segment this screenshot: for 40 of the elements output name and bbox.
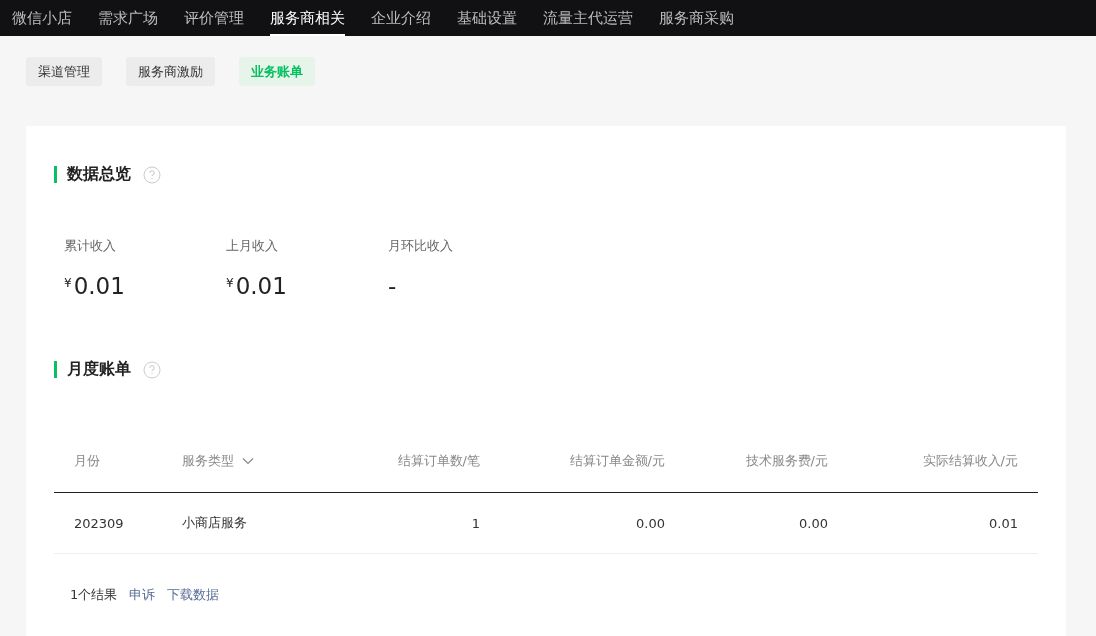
help-icon[interactable] — [143, 165, 161, 184]
currency-symbol: ¥ — [64, 276, 72, 290]
nav-tab[interactable]: 评价管理 — [184, 0, 244, 36]
column-header: 结算订单数/笔 — [397, 452, 480, 470]
column-header: 结算订单金额/元 — [569, 452, 665, 470]
table-cell: 202309 — [74, 515, 124, 531]
sub-tab[interactable]: 服务商激励 — [126, 57, 215, 86]
stat-value: 0.01 — [235, 273, 287, 299]
nav-tab[interactable]: 流量主代运营 — [543, 0, 633, 36]
help-icon[interactable] — [143, 360, 161, 379]
result-count: 1个结果 — [70, 586, 118, 604]
nav-tab[interactable]: 企业介绍 — [371, 0, 431, 36]
column-header: 技术服务费/元 — [745, 452, 828, 470]
nav-tab[interactable]: 服务商采购 — [659, 0, 734, 36]
stat-label: 上月收入 — [226, 237, 279, 255]
table-cell: 0.00 — [636, 515, 665, 531]
table-cell: 0.01 — [989, 515, 1018, 531]
nav-tab[interactable]: 基础设置 — [457, 0, 517, 36]
section-title: 数据总览 — [67, 164, 131, 185]
nav-tab[interactable]: 需求广场 — [98, 0, 158, 36]
stat-value: - — [388, 273, 397, 299]
section-marker — [54, 361, 57, 378]
sub-tab[interactable]: 渠道管理 — [26, 57, 102, 86]
stat-value: 0.01 — [73, 273, 125, 299]
table-cell: 小商店服务 — [182, 514, 247, 532]
table-cell: 1 — [471, 515, 480, 531]
column-header: 服务类型 — [182, 452, 234, 470]
stat-label: 累计收入 — [64, 237, 117, 255]
link[interactable]: 申诉 — [129, 586, 156, 604]
column-header: 实际结算收入/元 — [922, 452, 1018, 470]
section-marker — [54, 166, 57, 183]
stat-label: 月环比收入 — [388, 237, 454, 255]
nav-tab[interactable]: 服务商相关 — [270, 0, 345, 36]
table-cell: 0.00 — [799, 515, 828, 531]
currency-symbol: ¥ — [226, 276, 234, 290]
nav-tab[interactable]: 微信小店 — [12, 0, 72, 36]
link[interactable]: 下载数据 — [167, 586, 220, 604]
section-title: 月度账单 — [67, 359, 131, 380]
chevron-down-icon[interactable] — [242, 457, 254, 465]
column-header: 月份 — [74, 452, 100, 470]
